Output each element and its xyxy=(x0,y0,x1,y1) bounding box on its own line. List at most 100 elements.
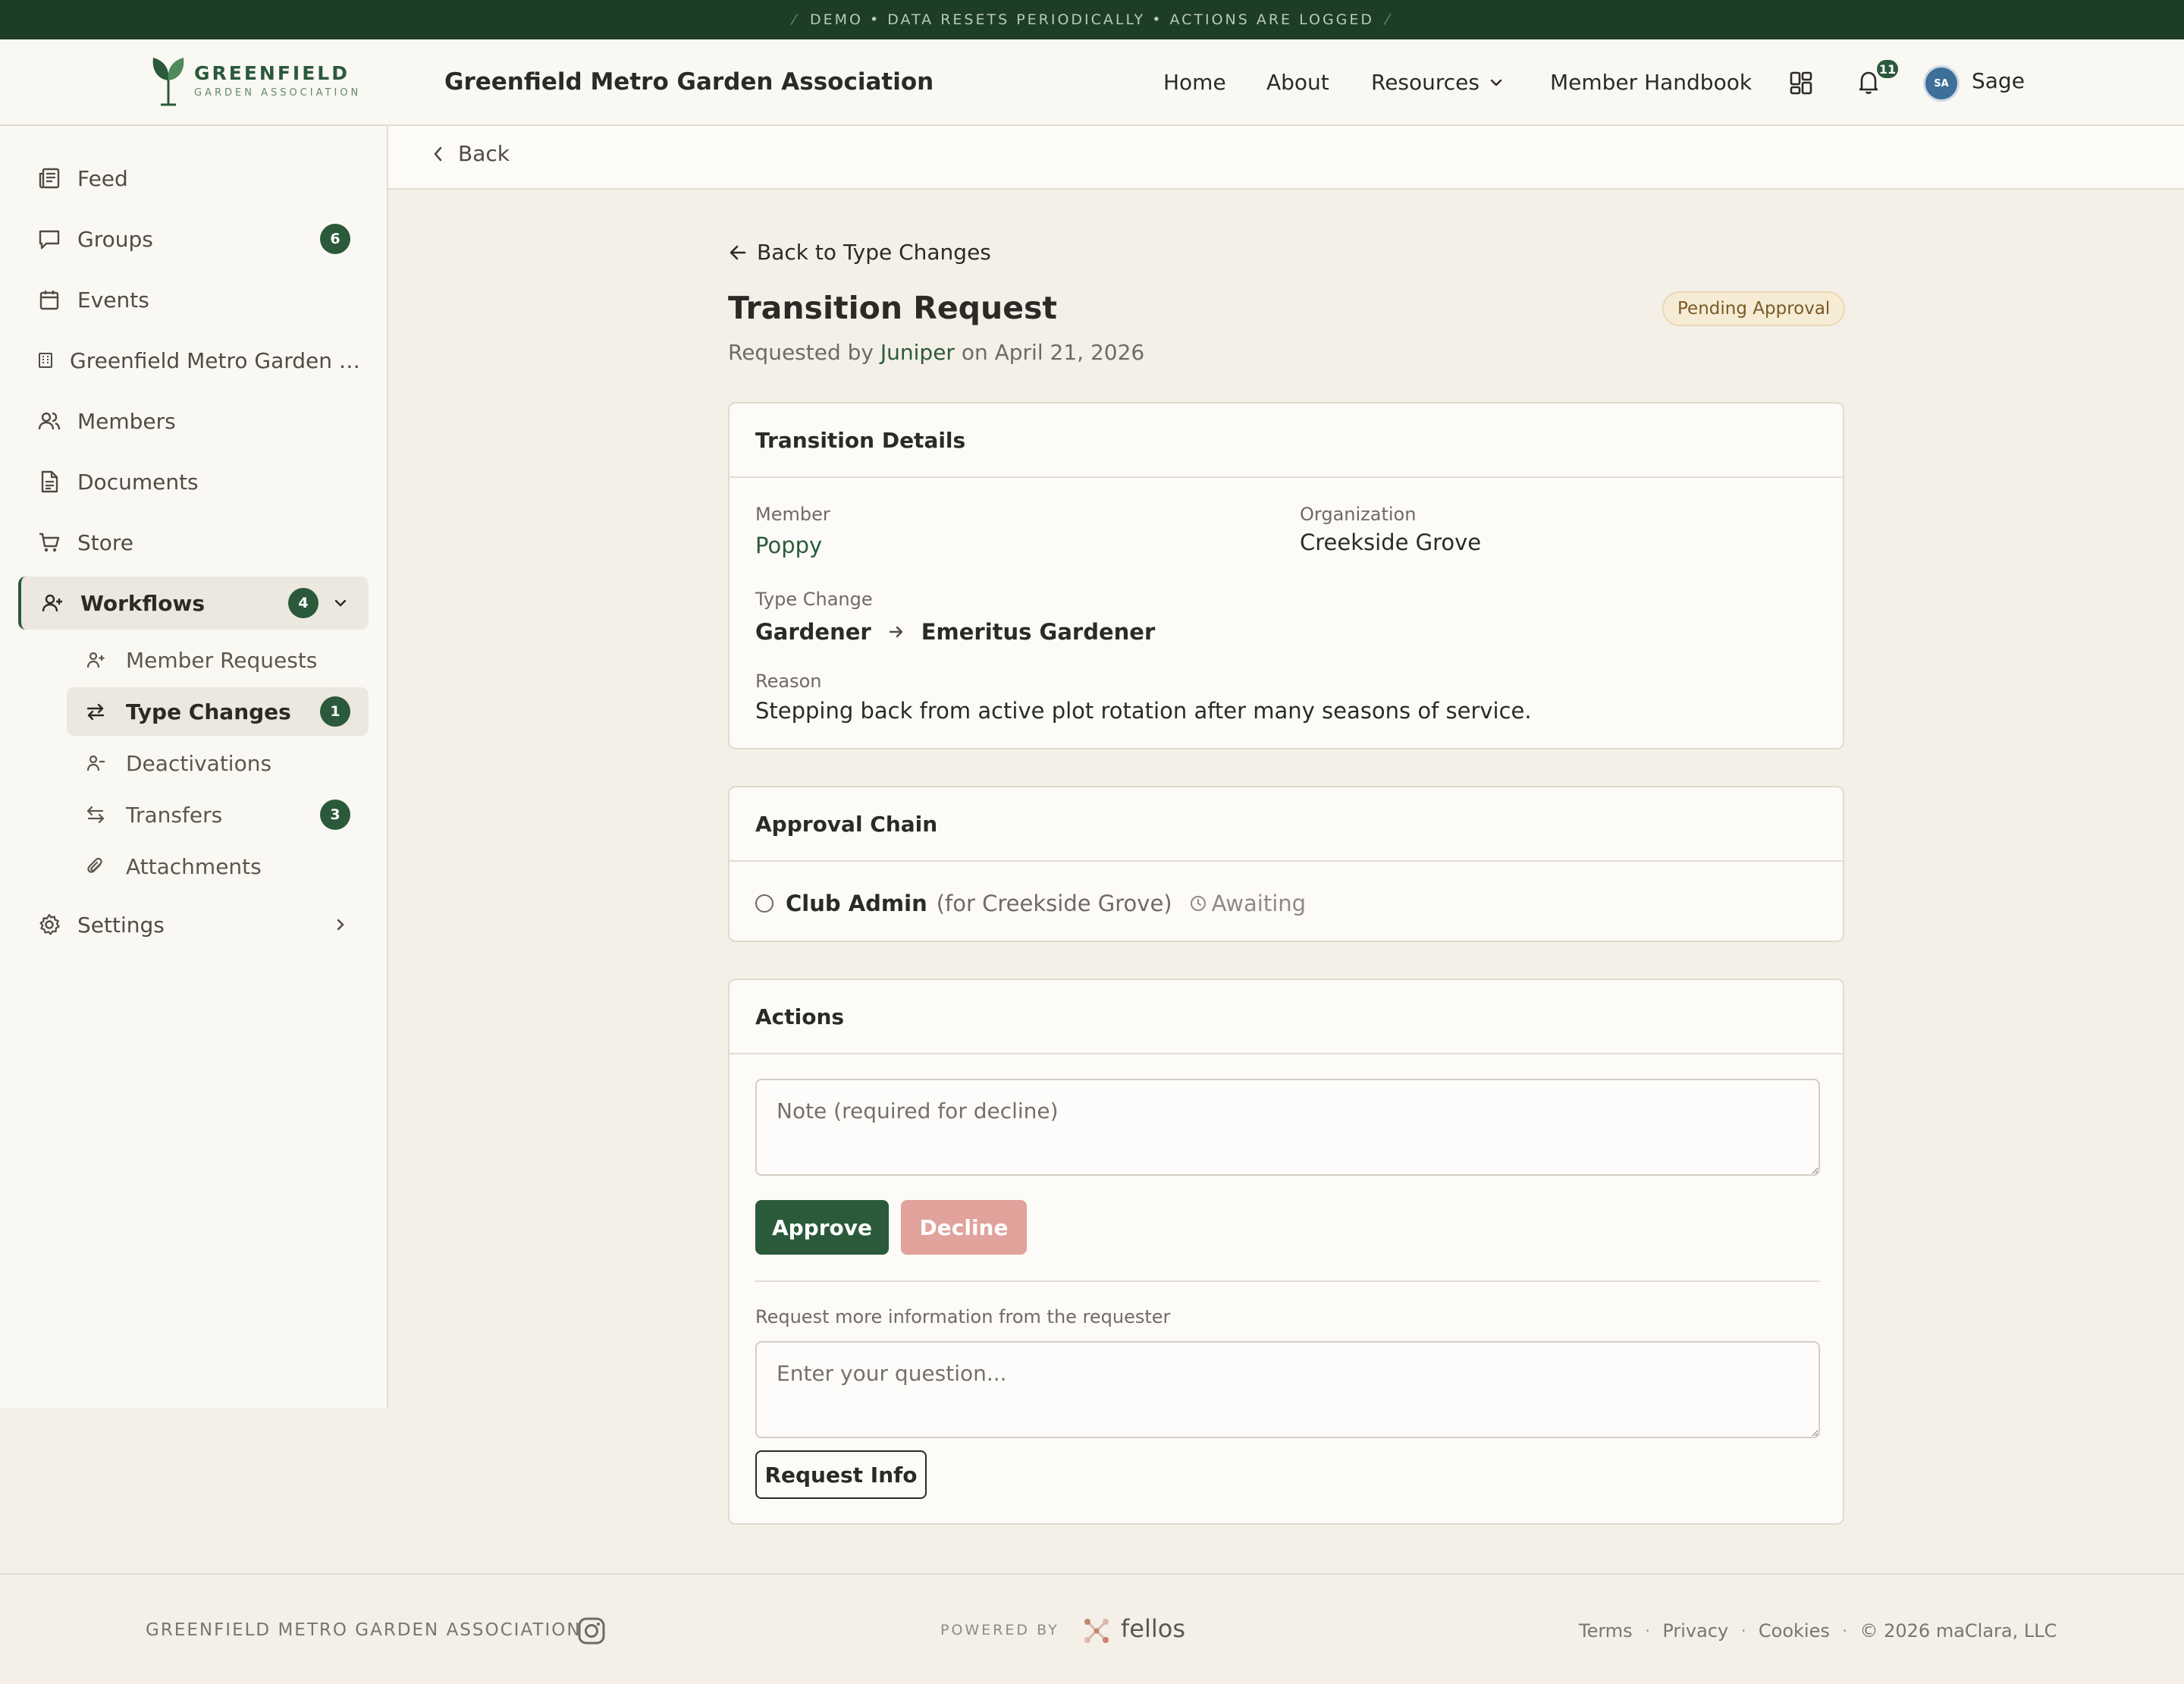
sidebar-item-store[interactable]: Store xyxy=(18,516,369,569)
chat-bubble-icon xyxy=(36,227,62,251)
sidebar-sub-label: Attachments xyxy=(126,853,262,879)
back-label: Back xyxy=(458,141,510,166)
sidebar: Feed Groups 6 Events Greenfield Metro Ga… xyxy=(0,126,388,1408)
users-icon xyxy=(36,409,62,433)
apps-grid-icon[interactable] xyxy=(1788,70,1814,96)
cart-icon xyxy=(36,530,62,555)
user-minus-icon xyxy=(85,752,106,774)
nav-about[interactable]: About xyxy=(1266,70,1329,95)
footer: GREENFIELD METRO GARDEN ASSOCIATION POWE… xyxy=(0,1573,2184,1684)
sidebar-sub-label: Member Requests xyxy=(126,647,318,673)
sidebar-sub-label: Transfers xyxy=(126,802,223,828)
sidebar-item-feed[interactable]: Feed xyxy=(18,152,369,205)
member-label: Member xyxy=(755,504,830,525)
notification-count-badge: 11 xyxy=(1875,58,1900,80)
transfers-count-badge: 3 xyxy=(320,800,350,830)
reason-label: Reason xyxy=(755,671,822,692)
user-avatar[interactable]: SA xyxy=(1923,65,1960,102)
approver-scope: (for Creekside Grove) xyxy=(936,891,1172,916)
privacy-link[interactable]: Privacy xyxy=(1662,1620,1728,1642)
back-to-type-changes-link[interactable]: Back to Type Changes xyxy=(728,240,991,265)
groups-count-badge: 6 xyxy=(320,224,350,254)
sprout-logo-icon xyxy=(152,58,184,106)
sidebar-item-label: Settings xyxy=(77,912,165,938)
copyright: © 2026 maClara, LLC xyxy=(1859,1620,2057,1642)
page-title: Transition Request xyxy=(728,290,1058,326)
requested-date: on April 21, 2026 xyxy=(961,340,1145,365)
sidebar-item-label: Events xyxy=(77,287,149,313)
gear-icon xyxy=(36,913,62,937)
sidebar-sub-transfers[interactable]: Transfers 3 xyxy=(67,790,369,839)
approval-chain-card: Approval Chain Club Admin (for Creekside… xyxy=(728,786,1844,942)
approver-role: Club Admin xyxy=(786,891,927,916)
cookies-link[interactable]: Cookies xyxy=(1759,1620,1830,1642)
sidebar-sub-member-requests[interactable]: Member Requests xyxy=(67,636,369,684)
sidebar-sub-deactivations[interactable]: Deactivations xyxy=(67,739,369,787)
sidebar-sub-label: Type Changes xyxy=(126,699,291,724)
sidebar-sub-attachments[interactable]: Attachments xyxy=(67,842,369,891)
user-plus-icon xyxy=(85,649,106,671)
question-input[interactable] xyxy=(755,1341,1820,1438)
chevron-left-icon xyxy=(434,146,442,161)
nav-resources[interactable]: Resources xyxy=(1371,70,1504,95)
arrow-left-icon xyxy=(730,245,746,259)
card-heading: Transition Details xyxy=(730,404,1843,478)
decline-button[interactable]: Decline xyxy=(901,1200,1027,1255)
site-logo[interactable]: GREENFIELD GARDEN ASSOCIATION xyxy=(149,55,361,106)
sidebar-item-settings[interactable]: Settings xyxy=(18,898,369,951)
requester-link[interactable]: Juniper xyxy=(880,340,955,365)
sidebar-item-label: Members xyxy=(77,408,176,434)
user-name[interactable]: Sage xyxy=(1972,68,2025,93)
sidebar-item-groups[interactable]: Groups 6 xyxy=(18,212,369,265)
approver-row: Club Admin (for Creekside Grove) Awaitin… xyxy=(755,891,1306,916)
footer-separator: · xyxy=(1644,1620,1651,1642)
nav-resources-label: Resources xyxy=(1371,70,1480,95)
sidebar-item-label: Greenfield Metro Garden Association xyxy=(70,347,369,373)
fellos-brand[interactable]: fellos xyxy=(1121,1614,1185,1643)
reason-value: Stepping back from active plot rotation … xyxy=(755,698,1532,724)
terms-link[interactable]: Terms xyxy=(1579,1620,1633,1642)
back-bar: Back xyxy=(388,126,2184,190)
status-badge: Pending Approval xyxy=(1662,291,1846,326)
chevron-down-icon[interactable] xyxy=(332,595,349,611)
sidebar-item-label: Groups xyxy=(77,226,153,252)
logo-subtitle: GARDEN ASSOCIATION xyxy=(194,87,362,99)
newspaper-icon xyxy=(36,166,62,190)
instagram-icon[interactable] xyxy=(576,1616,607,1646)
logo-name: GREENFIELD xyxy=(194,62,350,84)
sidebar-sub-type-changes[interactable]: Type Changes 1 xyxy=(67,687,369,736)
nav-home[interactable]: Home xyxy=(1163,70,1226,95)
demo-banner: ⁄ DEMO • DATA RESETS PERIODICALLY • ACTI… xyxy=(0,0,2184,39)
footer-separator: · xyxy=(1841,1620,1848,1642)
sidebar-item-label: Documents xyxy=(77,469,199,495)
decline-note-input[interactable] xyxy=(755,1079,1820,1176)
sidebar-item-events[interactable]: Events xyxy=(18,273,369,326)
footer-links: Terms · Privacy · Cookies · © 2026 maCla… xyxy=(1579,1620,2057,1642)
nav-member-handbook[interactable]: Member Handbook xyxy=(1550,70,1752,95)
fellos-logo-icon xyxy=(1081,1616,1112,1646)
org-title[interactable]: Greenfield Metro Garden Association xyxy=(444,68,934,96)
sidebar-item-label: Store xyxy=(77,529,134,555)
sidebar-item-workflows[interactable]: Workflows 4 xyxy=(18,577,369,630)
back-button[interactable]: Back xyxy=(432,141,510,166)
chevron-down-icon xyxy=(1490,79,1502,86)
sidebar-item-members[interactable]: Members xyxy=(18,394,369,448)
type-changes-count-badge: 1 xyxy=(320,696,350,727)
transition-details-card: Transition Details Member Poppy Organiza… xyxy=(728,402,1844,749)
approve-button[interactable]: Approve xyxy=(755,1200,889,1255)
actions-card: Actions Approve Decline Request more inf… xyxy=(728,979,1844,1525)
request-info-button[interactable]: Request Info xyxy=(755,1450,927,1499)
member-link[interactable]: Poppy xyxy=(755,533,822,558)
to-type: Emeritus Gardener xyxy=(921,619,1156,645)
footer-separator: · xyxy=(1740,1620,1746,1642)
banner-slash-right: ⁄ xyxy=(1386,11,1392,28)
sidebar-item-organization[interactable]: Greenfield Metro Garden Association xyxy=(18,334,369,387)
type-change-value: Gardener Emeritus Gardener xyxy=(755,619,1155,645)
banner-text: DEMO • DATA RESETS PERIODICALLY • ACTION… xyxy=(809,11,1375,28)
arrow-right-icon xyxy=(889,626,902,638)
awaiting-status: Awaiting xyxy=(1189,891,1306,916)
clock-icon xyxy=(1190,896,1206,911)
sidebar-sub-label: Deactivations xyxy=(126,750,272,776)
chevron-right-icon xyxy=(332,916,349,933)
sidebar-item-documents[interactable]: Documents xyxy=(18,455,369,508)
